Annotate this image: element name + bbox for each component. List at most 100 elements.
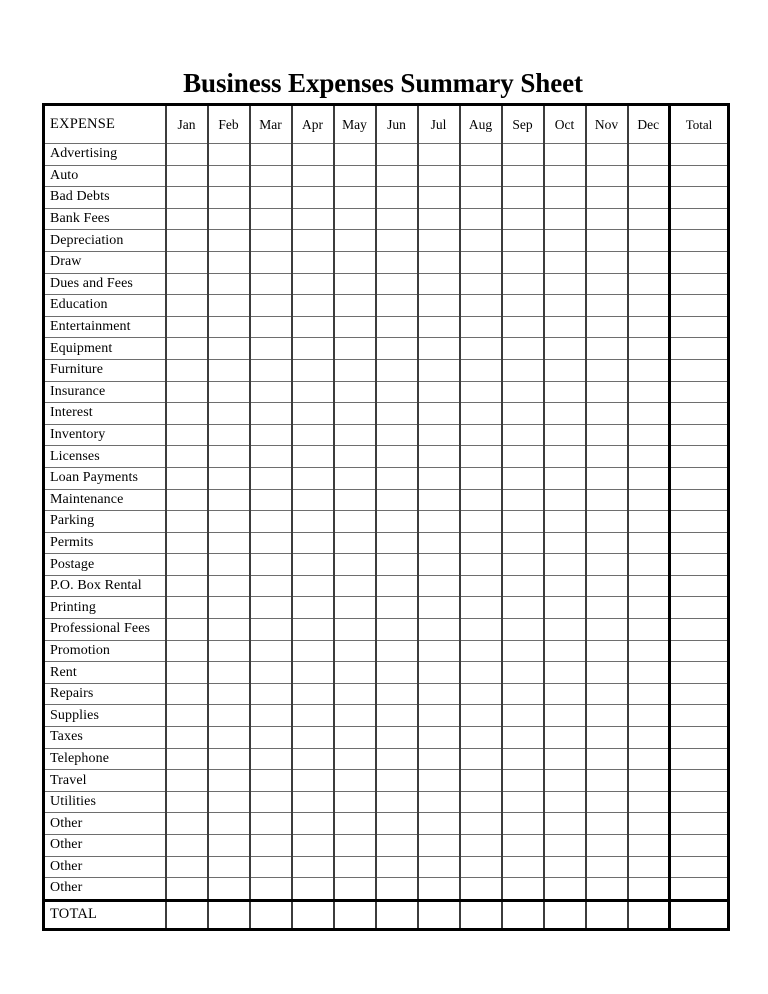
amount-cell-apr[interactable] — [291, 704, 335, 728]
amount-cell-may[interactable] — [333, 596, 377, 620]
amount-cell-nov[interactable] — [585, 575, 629, 598]
amount-cell-oct[interactable] — [543, 726, 587, 749]
amount-cell-total[interactable] — [668, 251, 729, 274]
amount-cell-oct[interactable] — [543, 834, 587, 857]
amount-cell-jun[interactable] — [375, 445, 419, 468]
amount-cell-sep[interactable] — [501, 316, 545, 339]
amount-cell-jul[interactable] — [417, 704, 461, 728]
amount-cell-may[interactable] — [333, 143, 377, 166]
amount-cell-feb[interactable] — [207, 445, 251, 468]
amount-cell-mar[interactable] — [249, 596, 293, 620]
amount-cell-jun[interactable] — [375, 337, 419, 360]
amount-cell-total[interactable] — [668, 704, 729, 728]
amount-cell-may[interactable] — [333, 748, 377, 771]
amount-cell-mar[interactable] — [249, 553, 293, 576]
amount-cell-jan[interactable] — [165, 748, 209, 771]
amount-cell-total[interactable] — [668, 424, 729, 447]
amount-cell-aug[interactable] — [459, 229, 503, 252]
amount-cell-apr[interactable] — [291, 165, 335, 188]
amount-cell-jan[interactable] — [165, 791, 209, 814]
amount-cell-may[interactable] — [333, 791, 377, 814]
amount-cell-jan[interactable] — [165, 445, 209, 468]
amount-cell-total[interactable] — [668, 898, 729, 930]
amount-cell-jun[interactable] — [375, 769, 419, 792]
amount-cell-nov[interactable] — [585, 208, 629, 231]
amount-cell-nov[interactable] — [585, 640, 629, 663]
amount-cell-feb[interactable] — [207, 575, 251, 598]
amount-cell-nov[interactable] — [585, 791, 629, 814]
amount-cell-dec[interactable] — [627, 337, 671, 360]
amount-cell-feb[interactable] — [207, 165, 251, 188]
amount-cell-sep[interactable] — [501, 532, 545, 555]
amount-cell-jun[interactable] — [375, 704, 419, 728]
amount-cell-jan[interactable] — [165, 424, 209, 447]
amount-cell-may[interactable] — [333, 898, 377, 930]
amount-cell-feb[interactable] — [207, 618, 251, 641]
amount-cell-oct[interactable] — [543, 769, 587, 792]
amount-cell-jun[interactable] — [375, 812, 419, 835]
amount-cell-jul[interactable] — [417, 467, 461, 490]
amount-cell-jun[interactable] — [375, 251, 419, 274]
amount-cell-may[interactable] — [333, 165, 377, 188]
amount-cell-feb[interactable] — [207, 704, 251, 728]
amount-cell-aug[interactable] — [459, 359, 503, 382]
amount-cell-jul[interactable] — [417, 856, 461, 879]
amount-cell-aug[interactable] — [459, 575, 503, 598]
amount-cell-mar[interactable] — [249, 704, 293, 728]
amount-cell-sep[interactable] — [501, 898, 545, 930]
amount-cell-jun[interactable] — [375, 208, 419, 231]
amount-cell-jun[interactable] — [375, 791, 419, 814]
amount-cell-oct[interactable] — [543, 898, 587, 930]
amount-cell-feb[interactable] — [207, 834, 251, 857]
amount-cell-dec[interactable] — [627, 273, 671, 296]
amount-cell-nov[interactable] — [585, 186, 629, 209]
amount-cell-jun[interactable] — [375, 553, 419, 576]
amount-cell-mar[interactable] — [249, 381, 293, 404]
amount-cell-feb[interactable] — [207, 186, 251, 209]
amount-cell-jan[interactable] — [165, 359, 209, 382]
amount-cell-jun[interactable] — [375, 877, 419, 901]
amount-cell-feb[interactable] — [207, 532, 251, 555]
amount-cell-jul[interactable] — [417, 877, 461, 901]
amount-cell-nov[interactable] — [585, 229, 629, 252]
amount-cell-jun[interactable] — [375, 640, 419, 663]
amount-cell-mar[interactable] — [249, 834, 293, 857]
amount-cell-sep[interactable] — [501, 402, 545, 425]
amount-cell-total[interactable] — [668, 381, 729, 404]
amount-cell-jan[interactable] — [165, 229, 209, 252]
amount-cell-jul[interactable] — [417, 165, 461, 188]
amount-cell-dec[interactable] — [627, 489, 671, 512]
amount-cell-sep[interactable] — [501, 251, 545, 274]
amount-cell-aug[interactable] — [459, 467, 503, 490]
amount-cell-jul[interactable] — [417, 683, 461, 706]
amount-cell-feb[interactable] — [207, 229, 251, 252]
amount-cell-jan[interactable] — [165, 704, 209, 728]
amount-cell-jun[interactable] — [375, 402, 419, 425]
amount-cell-jul[interactable] — [417, 208, 461, 231]
amount-cell-nov[interactable] — [585, 467, 629, 490]
amount-cell-jul[interactable] — [417, 316, 461, 339]
amount-cell-jan[interactable] — [165, 618, 209, 641]
amount-cell-nov[interactable] — [585, 898, 629, 930]
amount-cell-aug[interactable] — [459, 791, 503, 814]
amount-cell-jun[interactable] — [375, 424, 419, 447]
amount-cell-may[interactable] — [333, 424, 377, 447]
amount-cell-sep[interactable] — [501, 726, 545, 749]
amount-cell-jul[interactable] — [417, 575, 461, 598]
amount-cell-feb[interactable] — [207, 553, 251, 576]
amount-cell-jul[interactable] — [417, 812, 461, 835]
amount-cell-nov[interactable] — [585, 359, 629, 382]
amount-cell-jun[interactable] — [375, 748, 419, 771]
amount-cell-may[interactable] — [333, 208, 377, 231]
amount-cell-apr[interactable] — [291, 553, 335, 576]
amount-cell-total[interactable] — [668, 165, 729, 188]
amount-cell-nov[interactable] — [585, 532, 629, 555]
amount-cell-oct[interactable] — [543, 143, 587, 166]
amount-cell-sep[interactable] — [501, 445, 545, 468]
amount-cell-may[interactable] — [333, 294, 377, 317]
amount-cell-mar[interactable] — [249, 316, 293, 339]
amount-cell-jan[interactable] — [165, 337, 209, 360]
amount-cell-jan[interactable] — [165, 812, 209, 835]
amount-cell-jan[interactable] — [165, 661, 209, 684]
amount-cell-aug[interactable] — [459, 748, 503, 771]
